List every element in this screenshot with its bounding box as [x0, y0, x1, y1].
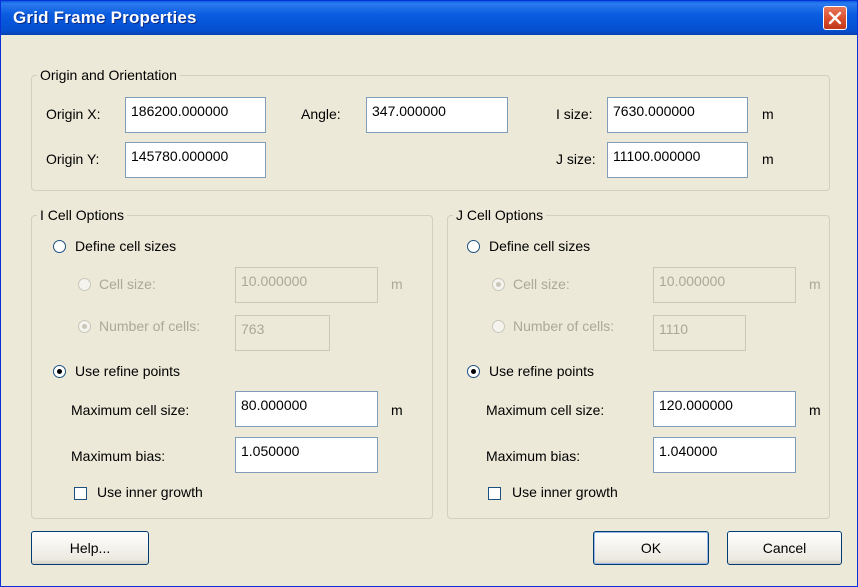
angle-label: Angle: — [301, 106, 341, 122]
i-cell-options-legend: I Cell Options — [40, 207, 125, 223]
ok-button[interactable]: OK — [593, 531, 709, 565]
j-max-cell-size-unit: m — [809, 402, 821, 418]
j-cell-size-input[interactable] — [653, 267, 796, 303]
j-use-inner-growth-label: Use inner growth — [512, 484, 618, 500]
j-max-bias-label: Maximum bias: — [486, 448, 581, 464]
j-use-inner-growth-checkbox[interactable] — [488, 487, 501, 500]
close-icon — [828, 11, 842, 25]
j-define-cell-sizes-radio[interactable] — [467, 240, 480, 253]
j-cell-size-unit: m — [809, 276, 821, 292]
i-define-cell-sizes-label: Define cell sizes — [75, 238, 177, 254]
j-use-refine-points-label: Use refine points — [489, 363, 595, 379]
i-number-of-cells-radio[interactable] — [78, 320, 91, 333]
j-cell-size-radio[interactable] — [492, 278, 505, 291]
j-use-refine-points-radio[interactable] — [467, 365, 480, 378]
origin-x-label: Origin X: — [46, 106, 101, 122]
j-size-input[interactable] — [607, 142, 748, 178]
i-use-refine-points-radio[interactable] — [53, 365, 66, 378]
origin-x-input[interactable] — [125, 97, 266, 133]
i-cell-size-unit: m — [391, 276, 403, 292]
origin-orientation-legend: Origin and Orientation — [40, 67, 177, 83]
j-size-label: J size: — [556, 151, 596, 167]
i-define-cell-sizes-radio[interactable] — [53, 240, 66, 253]
close-button[interactable] — [823, 6, 847, 30]
i-cell-size-radio[interactable] — [78, 278, 91, 291]
i-cell-size-label: Cell size: — [99, 276, 156, 292]
title-bar[interactable]: Grid Frame Properties — [1, 1, 857, 35]
i-max-cell-size-input[interactable] — [235, 391, 378, 427]
i-use-refine-points-label: Use refine points — [75, 363, 181, 379]
i-max-bias-label: Maximum bias: — [71, 448, 166, 464]
j-number-of-cells-radio[interactable] — [492, 320, 505, 333]
j-size-unit: m — [762, 151, 774, 167]
angle-input[interactable] — [366, 97, 508, 133]
help-button[interactable]: Help... — [31, 531, 149, 565]
j-number-of-cells-label: Number of cells: — [513, 318, 615, 334]
i-max-bias-input[interactable] — [235, 437, 378, 473]
j-cell-size-label: Cell size: — [513, 276, 570, 292]
origin-y-input[interactable] — [125, 142, 266, 178]
i-size-unit: m — [762, 106, 774, 122]
i-number-of-cells-input[interactable] — [235, 315, 330, 351]
j-max-bias-input[interactable] — [653, 437, 796, 473]
window-title: Grid Frame Properties — [13, 8, 197, 27]
i-use-inner-growth-checkbox[interactable] — [74, 487, 87, 500]
i-size-label: I size: — [556, 106, 593, 122]
i-max-cell-size-label: Maximum cell size: — [71, 402, 190, 418]
i-use-inner-growth-label: Use inner growth — [97, 484, 203, 500]
j-define-cell-sizes-label: Define cell sizes — [489, 238, 591, 254]
j-number-of-cells-input[interactable] — [653, 315, 746, 351]
i-cell-size-input[interactable] — [235, 267, 378, 303]
i-max-cell-size-unit: m — [391, 402, 403, 418]
i-size-input[interactable] — [607, 97, 748, 133]
cancel-button[interactable]: Cancel — [727, 531, 842, 565]
j-max-cell-size-input[interactable] — [653, 391, 796, 427]
j-max-cell-size-label: Maximum cell size: — [486, 402, 605, 418]
i-number-of-cells-label: Number of cells: — [99, 318, 201, 334]
origin-y-label: Origin Y: — [46, 151, 100, 167]
grid-frame-properties-dialog: Grid Frame Properties Origin and Orienta… — [0, 0, 858, 587]
j-cell-options-legend: J Cell Options — [456, 207, 544, 223]
